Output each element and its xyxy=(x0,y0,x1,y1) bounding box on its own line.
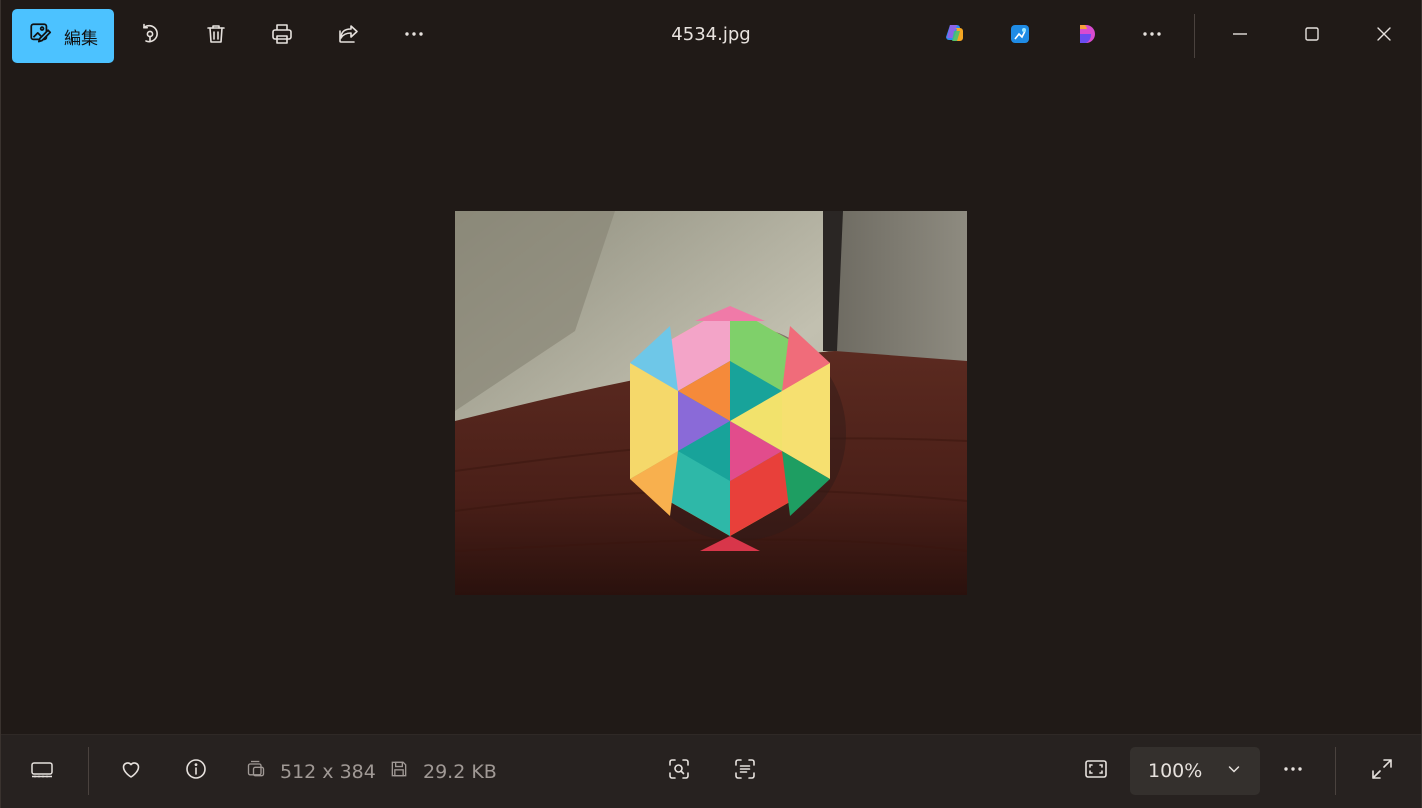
status-divider-right xyxy=(1335,747,1336,795)
maximize-icon xyxy=(1300,22,1324,50)
visual-search-button[interactable] xyxy=(659,751,699,791)
top-toolbar: 編集 4534.jpg xyxy=(1,0,1421,72)
zoom-value: 100% xyxy=(1148,760,1203,782)
more-icon xyxy=(1281,757,1305,785)
more-icon xyxy=(402,22,426,50)
favorite-button[interactable] xyxy=(111,751,151,791)
print-button[interactable] xyxy=(262,16,302,56)
file-size-readout: 29.2 KB xyxy=(389,759,497,784)
resolution-value: 512 x 384 xyxy=(280,760,376,783)
app-more-button[interactable] xyxy=(1132,16,1172,56)
info-icon xyxy=(184,757,208,785)
copilot-icon xyxy=(942,22,966,50)
share-button[interactable] xyxy=(328,16,368,56)
minimize-icon xyxy=(1228,22,1252,50)
toolbar-divider xyxy=(1194,14,1195,58)
clipchamp-button[interactable] xyxy=(1067,16,1107,56)
more-icon xyxy=(1140,22,1164,50)
zoom-dropdown[interactable]: 100% xyxy=(1130,747,1260,795)
rotate-button[interactable] xyxy=(130,16,170,56)
edit-image-icon xyxy=(28,21,54,52)
bottom-more-button[interactable] xyxy=(1273,751,1313,791)
resolution-readout: 512 x 384 xyxy=(246,759,376,784)
save-icon xyxy=(389,759,409,784)
status-divider-left xyxy=(88,747,89,795)
fit-to-window-icon xyxy=(1084,757,1108,785)
fit-to-window-button[interactable] xyxy=(1076,751,1116,791)
file-info-button[interactable] xyxy=(176,751,216,791)
close-icon xyxy=(1372,22,1396,50)
clipchamp-icon xyxy=(1075,22,1099,50)
text-scan-button[interactable] xyxy=(725,751,765,791)
rotate-icon xyxy=(138,22,162,50)
visual-search-icon xyxy=(667,757,691,785)
origami-photo xyxy=(455,211,967,595)
photos-app-window: 編集 4534.jpg 512 x 384 29.2 KB 100% xyxy=(0,0,1422,808)
fullscreen-icon xyxy=(1370,757,1394,785)
heart-icon xyxy=(119,757,143,785)
file-size-value: 29.2 KB xyxy=(423,760,497,783)
filmstrip-button[interactable] xyxy=(22,751,62,791)
fullscreen-button[interactable] xyxy=(1362,751,1402,791)
bottom-status-bar: 512 x 384 29.2 KB 100% xyxy=(1,734,1421,808)
delete-button[interactable] xyxy=(196,16,236,56)
resolution-icon xyxy=(246,759,266,784)
copilot-button[interactable] xyxy=(934,16,974,56)
designer-button[interactable] xyxy=(1000,16,1040,56)
edit-button[interactable]: 編集 xyxy=(12,9,114,63)
chevron-down-icon xyxy=(1226,760,1242,782)
designer-icon xyxy=(1008,22,1032,50)
filmstrip-icon xyxy=(30,757,54,785)
trash-icon xyxy=(204,22,228,50)
displayed-photo[interactable] xyxy=(455,211,967,595)
text-scan-icon xyxy=(733,757,757,785)
more-options-button[interactable] xyxy=(394,16,434,56)
share-icon xyxy=(336,22,360,50)
window-title: 4534.jpg xyxy=(671,24,751,45)
maximize-button[interactable] xyxy=(1292,16,1332,56)
close-button[interactable] xyxy=(1364,16,1404,56)
print-icon xyxy=(270,22,294,50)
minimize-button[interactable] xyxy=(1220,16,1260,56)
edit-button-label: 編集 xyxy=(64,28,98,49)
